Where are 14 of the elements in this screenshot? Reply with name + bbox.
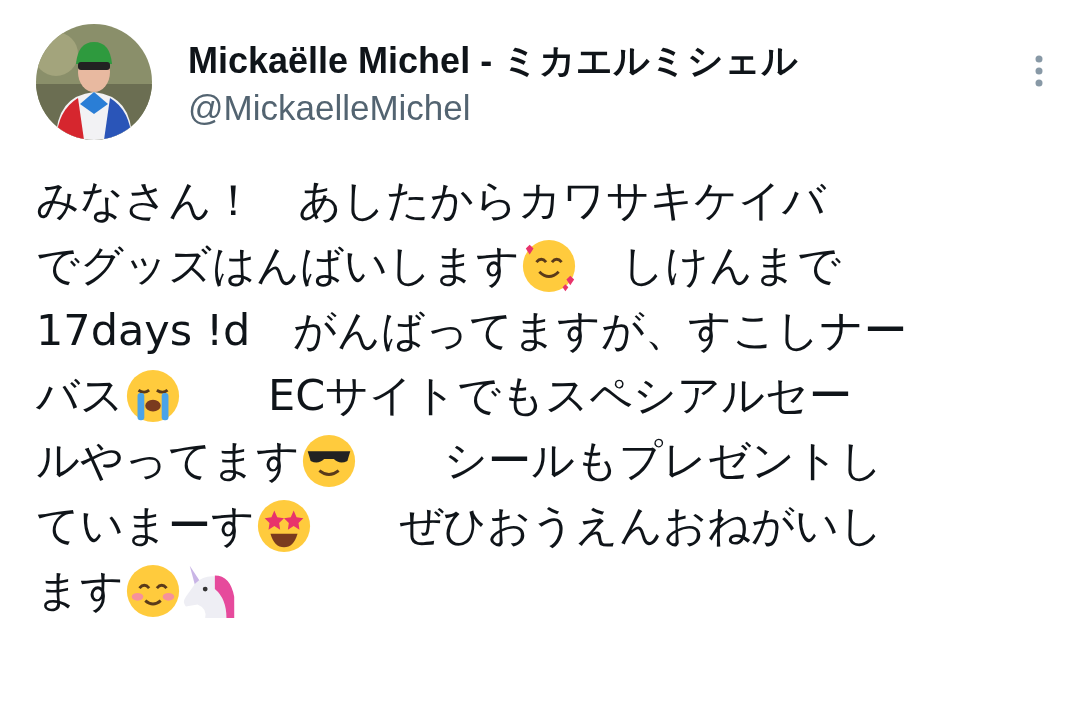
tweet-text: 17days !d がんばってますが、すこしナー [36, 303, 908, 357]
tweet-text: シールもプレゼントし [443, 433, 883, 487]
author-handle[interactable]: @MickaelleMichel [188, 87, 998, 128]
tweet-text: ECサイトでもスペシアルセー [267, 368, 853, 422]
tweet-text: ます [36, 563, 124, 617]
more-options-icon[interactable] [1034, 54, 1044, 88]
tweet-text: ぜひおうえんおねがいし [398, 498, 883, 552]
tweet-text: でグッズはんばいします [36, 238, 520, 292]
tweet-text: しけんまで [620, 238, 841, 292]
tweet-text: ていまーす [36, 498, 255, 552]
tweet-text: ルやってます [36, 433, 300, 487]
tweet-text: みなさん！ あしたからカワサキケイバ [36, 173, 826, 227]
author-name[interactable]: Mickaëlle Michel - ミカエルミシェル [188, 36, 998, 86]
tweet-text: バス [36, 368, 124, 422]
